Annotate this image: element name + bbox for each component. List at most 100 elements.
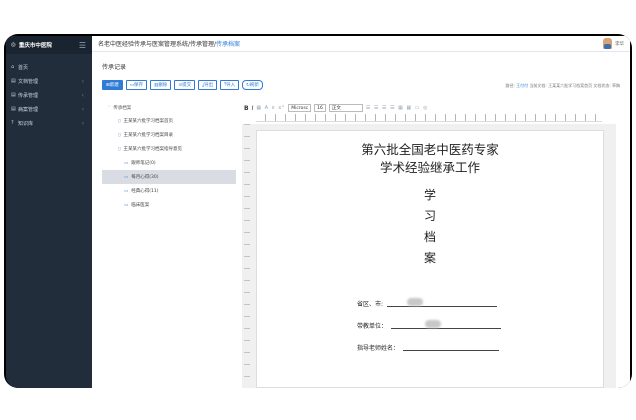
chevron-left-icon: ‹	[81, 91, 84, 99]
status-state-label: 文档状态:	[593, 83, 611, 88]
vertical-char: 习	[423, 209, 436, 223]
format-icons[interactable]: ▦ A x x²	[256, 105, 285, 111]
tree-child[interactable]: ▭ 经典心得(11)	[102, 184, 236, 198]
tree-item-label: 王某某六批学习档案首页	[123, 119, 173, 124]
teacher-value[interactable]	[403, 345, 500, 351]
vertical-ruler	[244, 124, 250, 388]
sidebar-item-docs[interactable]: ▤ 文档管理 ‹	[6, 74, 92, 88]
tree-child[interactable]: ▭ 跟师笔记(0)	[102, 156, 236, 170]
user-menu[interactable]: 李华	[603, 38, 624, 49]
status-doc-name: 王某某六批学习档案首页	[548, 83, 593, 88]
chevron-left-icon: ‹	[81, 119, 84, 127]
italic-button[interactable]: I	[252, 105, 254, 112]
tree-item[interactable]: ▯ 王某某六批学习档案目录	[102, 128, 236, 142]
sidebar-item-cases[interactable]: ▤ 病案管理 ‹	[6, 102, 92, 116]
screenshot-frame: ◎ 重庆市中医院 ☰ ⌂ 首页 ▤ 文档管理 ‹ ▤ 传承管理 ‹ ▤ 病案管理…	[4, 34, 632, 388]
avatar	[603, 38, 612, 49]
teacher-label: 指导老师姓名：	[357, 345, 400, 352]
unit-label: 带教单位：	[357, 323, 388, 330]
chevron-left-icon: ‹	[81, 105, 84, 113]
delete-label: 删除	[158, 83, 168, 88]
folder-icon: ▭	[124, 202, 129, 208]
vertical-heading: 学 习 档 案	[257, 185, 603, 269]
main-area: 名老中医经验传承与医案管理系统/传承管理/ 传承档案 李华 传承记录 ⊞ 新建 ▭…	[92, 36, 630, 388]
font-size-select[interactable]: 16	[314, 104, 326, 112]
question-icon: ?	[11, 120, 14, 126]
vertical-char: 学	[423, 188, 436, 202]
document-icon: ▤	[11, 106, 16, 112]
folder-icon: ▭	[124, 174, 129, 180]
sidebar-item-knowledge[interactable]: ? 知识库 ‹	[6, 116, 92, 130]
document-icon: ▤	[11, 78, 16, 84]
tree-root[interactable]: ˅ 传承档案	[102, 102, 236, 114]
file-icon: ▯	[118, 146, 121, 152]
home-icon: ⌂	[11, 64, 15, 70]
province-label: 省区、市:	[357, 301, 384, 308]
sidebar-item-label: 传承管理	[18, 92, 39, 99]
submit-button[interactable]: ⊙ 提交	[174, 80, 196, 90]
new-button[interactable]: ⊞ 新建	[102, 80, 123, 90]
redacted-mark	[407, 297, 424, 306]
delete-button[interactable]: ▥ 删除	[150, 80, 172, 90]
refresh-label: 刷新	[249, 83, 259, 88]
archive-tree: ˅ 传承档案 ▯ 王某某六批学习档案首页 ▯ 王某某六批学习档案目录 ▯ 王某某六批学…	[102, 102, 236, 388]
tree-child-selected[interactable]: ▭ 每月心得(30)	[102, 170, 236, 184]
sidebar-item-home[interactable]: ⌂ 首页	[6, 60, 92, 74]
save-button[interactable]: ▭ 保存	[125, 80, 148, 90]
document-icon: ▤	[11, 92, 16, 98]
sidebar: ◎ 重庆市中医院 ☰ ⌂ 首页 ▤ 文档管理 ‹ ▤ 传承管理 ‹ ▤ 病案管理…	[6, 36, 92, 388]
align-icons[interactable]: ☰ ☰ ☰ ☰ ▦ ▦ ▭ ◎	[366, 105, 429, 111]
vertical-char: 案	[423, 251, 436, 265]
tree-item-label: 王某某六批学习档案目录	[123, 133, 173, 138]
tree-child-label: 每月心得(30)	[131, 175, 159, 180]
status-doc-label: 当前文档:	[529, 83, 547, 88]
sidebar-item-label: 首页	[18, 64, 29, 71]
unit-value[interactable]	[391, 319, 502, 329]
tree-child-label: 跟师笔记(0)	[131, 161, 156, 166]
vertical-char: 档	[423, 230, 436, 244]
sidebar-item-label: 知识库	[18, 120, 34, 127]
user-name: 李华	[615, 41, 624, 47]
title-line-1: 第六批全国老中医药专家	[361, 142, 499, 157]
title-line-2: 学术经验继承工作	[379, 160, 480, 175]
hamburger-menu-icon[interactable]: ☰	[79, 41, 86, 50]
font-family-select[interactable]: Microsc	[288, 104, 312, 112]
export-button[interactable]: ⤓ 导出	[198, 80, 218, 90]
document-editor: B I ▦ A x x² Microsc 16 正文 ☰ ☰ ☰ ☰ ▦ ▦ ▭…	[242, 102, 616, 388]
status-badge: 草稿	[612, 83, 620, 88]
new-label: 新建	[109, 83, 119, 88]
sidebar-item-label: 病案管理	[18, 106, 39, 113]
teacher-field: 指导老师姓名：	[357, 343, 500, 352]
tree-child-label: 临床医案	[131, 203, 150, 208]
tree-item[interactable]: ▯ 王某某六批学习档案指导意见	[102, 142, 236, 156]
brand: ◎ 重庆市中医院 ☰	[6, 36, 92, 54]
document-canvas[interactable]: 第六批全国老中医药专家 学术经验继承工作 学 习 档 案 省区、市: 带教单位：…	[242, 124, 616, 388]
province-value[interactable]	[387, 297, 498, 307]
file-icon: ▯	[118, 132, 121, 138]
document-title: 第六批全国老中医药专家 学术经验继承工作	[257, 141, 603, 177]
folder-icon: ▭	[124, 188, 129, 194]
breadcrumb-current[interactable]: 传承档案	[216, 39, 240, 48]
document-status: 路径: 王付付 当前文档: 王某某六批学习档案首页 文档状态: 草稿	[506, 83, 620, 89]
redacted-mark	[425, 319, 442, 328]
document-page[interactable]: 第六批全国老中医药专家 学术经验继承工作 学 习 档 案 省区、市: 带教单位：…	[256, 130, 604, 388]
paragraph-select[interactable]: 正文	[328, 104, 363, 112]
tree-child[interactable]: ▭ 临床医案	[102, 198, 236, 212]
status-path-link[interactable]: 王付付	[516, 83, 528, 88]
brand-name: 重庆市中医院	[18, 43, 52, 49]
refresh-button[interactable]: ↻ 刷新	[242, 80, 263, 90]
record-panel: 传承记录 ⊞ 新建 ▭ 保存 ▥ 删除 ⊙ 提交 ⤓ 导出 ⤒ 导入 ↻ 刷新 路径: 王付付…	[96, 56, 626, 388]
tree-item[interactable]: ▯ 王某某六批学习档案首页	[102, 114, 236, 128]
tree-child-label: 经典心得(11)	[131, 189, 159, 194]
breadcrumb: 名老中医经验传承与医案管理系统/传承管理/ 传承档案 李华	[92, 36, 630, 52]
folder-icon: ▭	[124, 160, 129, 166]
caret-down-icon: ˅	[108, 105, 111, 111]
chevron-left-icon: ‹	[81, 77, 84, 85]
bold-button[interactable]: B	[244, 105, 249, 112]
editor-toolbar: B I ▦ A x x² Microsc 16 正文 ☰ ☰ ☰ ☰ ▦ ▦ ▭…	[242, 102, 616, 114]
logo-icon: ◎	[11, 42, 16, 48]
import-button[interactable]: ⤒ 导入	[220, 80, 240, 90]
sidebar-item-inheritance[interactable]: ▤ 传承管理 ‹	[6, 88, 92, 102]
tree-item-label: 王某某六批学习档案指导意见	[123, 147, 182, 152]
file-icon: ▯	[118, 118, 121, 124]
